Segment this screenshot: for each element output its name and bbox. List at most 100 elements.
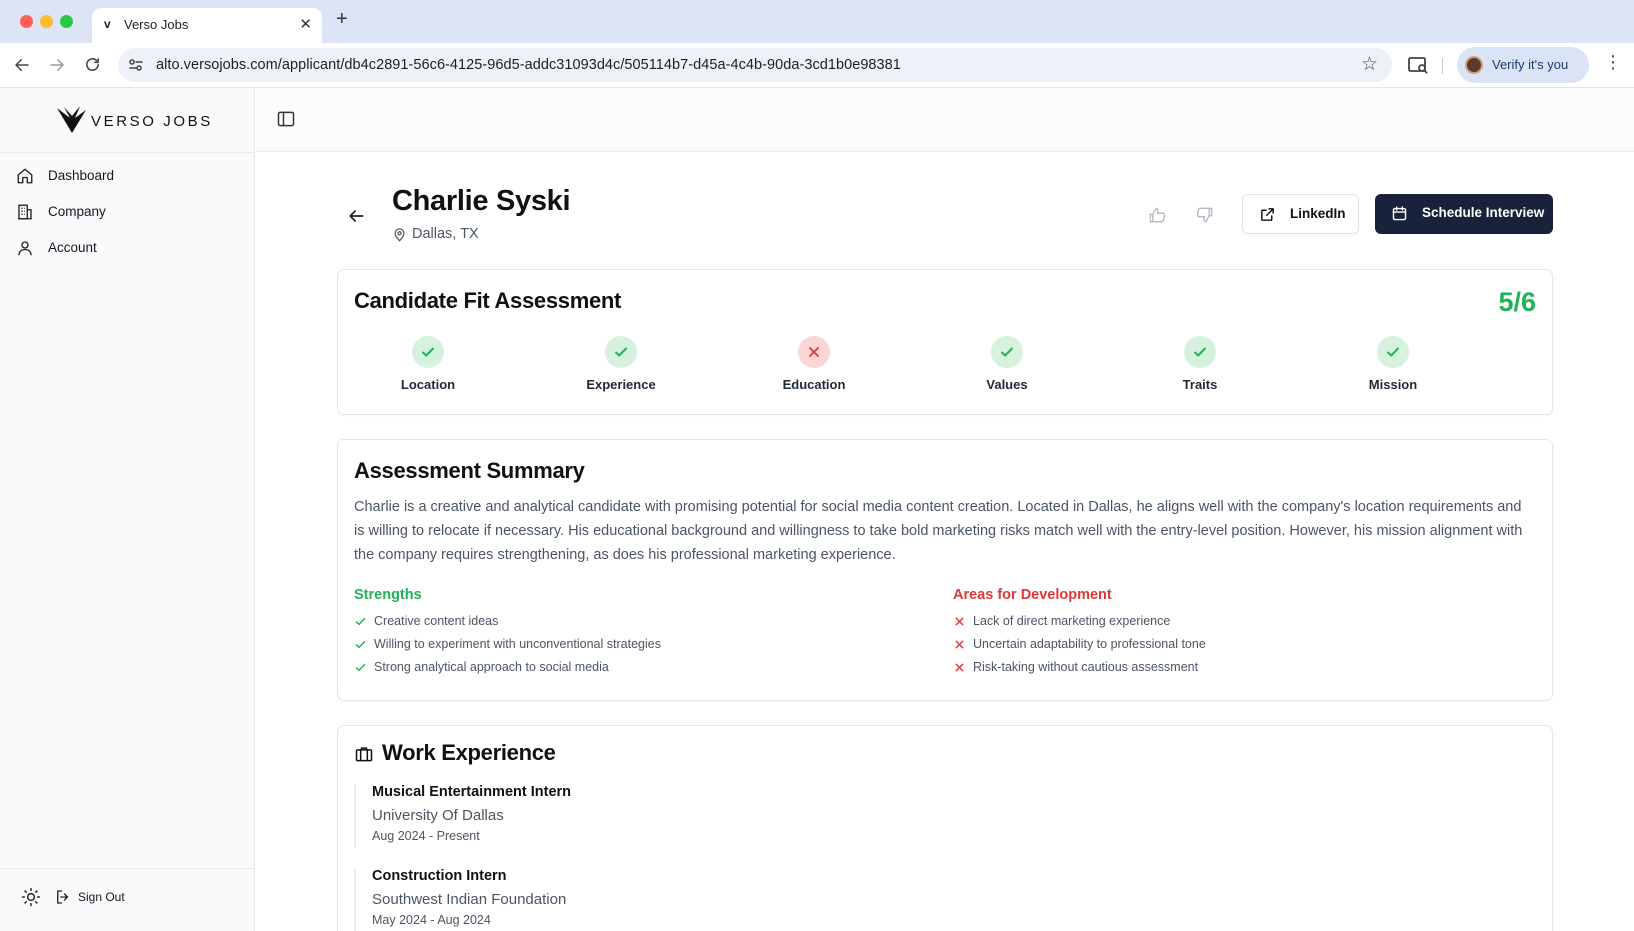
window-zoom-button[interactable] <box>60 15 73 28</box>
sun-icon[interactable] <box>21 887 41 907</box>
main-content: Charlie Syski Dallas, TX LinkedIn Schedu… <box>256 88 1634 931</box>
sign-out-icon <box>57 890 69 904</box>
user-icon <box>18 241 32 256</box>
job-dates: Aug 2024 - Present <box>372 829 480 843</box>
sidebar-divider <box>0 152 255 153</box>
criterion-label: Traits <box>1182 377 1218 392</box>
check-icon <box>355 663 366 672</box>
browser-toolbar: alto.versojobs.com/applicant/db4c2891-56… <box>0 43 1634 88</box>
browser-menu-icon[interactable]: ⋮ <box>1604 53 1622 71</box>
linkedin-label: LinkedIn <box>1290 206 1346 221</box>
sidebar-item-dashboard[interactable]: Dashboard <box>14 160 244 192</box>
check-icon <box>355 640 366 649</box>
assessment-summary-card: Assessment Summary Charlie is a creative… <box>337 439 1553 701</box>
fit-assessment-card: Candidate Fit Assessment 5/6 Location Exp… <box>337 269 1553 415</box>
job-dates: May 2024 - Aug 2024 <box>372 913 491 927</box>
sidebar-toggle-icon[interactable] <box>276 109 296 129</box>
map-pin-icon <box>394 228 405 242</box>
sign-out-label: Sign Out <box>78 890 125 904</box>
sidebar: VERSO JOBS Dashboard Company Account Sig… <box>0 88 255 931</box>
tab-search-icon[interactable] <box>1406 53 1430 77</box>
thumbs-down-icon[interactable] <box>1195 205 1215 225</box>
building-icon <box>18 204 32 220</box>
check-icon <box>605 336 637 368</box>
job-company: Southwest Indian Foundation <box>372 891 567 908</box>
x-icon <box>955 663 964 672</box>
thumbs-up-icon[interactable] <box>1147 205 1167 225</box>
tab-favicon-icon: v <box>104 17 111 31</box>
criterion-label: Experience <box>586 377 656 392</box>
address-bar[interactable]: alto.versojobs.com/applicant/db4c2891-56… <box>118 48 1392 82</box>
verso-logo-icon <box>57 106 86 133</box>
check-icon <box>1184 336 1216 368</box>
bullet-text: Risk-taking without cautious assessment <box>973 660 1199 674</box>
location-text: Dallas, TX <box>412 226 479 242</box>
x-icon <box>955 617 964 626</box>
assessment-summary-title: Assessment Summary <box>354 458 585 483</box>
sidebar-item-label: Company <box>48 204 106 219</box>
main-header <box>256 88 1634 152</box>
bullet-text: Creative content ideas <box>374 614 499 628</box>
briefcase-icon <box>355 747 373 762</box>
check-icon <box>412 336 444 368</box>
strengths-heading: Strengths <box>354 587 422 603</box>
bullet-text: Willing to experiment with unconventiona… <box>374 637 661 651</box>
browser-tab[interactable]: v Verso Jobs ✕ <box>92 8 322 43</box>
criterion-label: Mission <box>1368 377 1418 392</box>
back-arrow-icon[interactable] <box>10 53 34 77</box>
job-entry: Construction Intern Southwest Indian Foun… <box>354 868 954 931</box>
work-experience-title: Work Experience <box>382 740 556 765</box>
reload-icon[interactable] <box>80 53 104 77</box>
check-icon <box>991 336 1023 368</box>
sidebar-item-label: Account <box>48 240 97 255</box>
window-minimize-button[interactable] <box>40 15 53 28</box>
bookmark-star-icon[interactable]: ☆ <box>1361 53 1378 76</box>
x-icon <box>955 640 964 649</box>
bullet-text: Lack of direct marketing experience <box>973 614 1171 628</box>
sidebar-item-account[interactable]: Account <box>14 232 244 264</box>
development-heading: Areas for Development <box>953 587 1112 603</box>
external-link-icon <box>1261 208 1274 221</box>
criterion-label: Location <box>400 377 456 392</box>
new-tab-icon[interactable]: + <box>336 9 348 29</box>
back-arrow-icon[interactable] <box>346 206 366 226</box>
fit-criterion-location: Location <box>368 336 488 396</box>
summary-text: Charlie is a creative and analytical can… <box>354 499 1523 563</box>
home-icon <box>17 168 33 184</box>
profile-avatar <box>1465 56 1483 74</box>
check-icon <box>1377 336 1409 368</box>
criterion-label: Education <box>782 377 846 392</box>
fit-score: 5/6 <box>1498 287 1536 317</box>
job-company: University Of Dallas <box>372 807 504 824</box>
browser-chrome: v Verso Jobs ✕ + alto.versojobs.com/appl… <box>0 0 1634 88</box>
sidebar-item-label: Dashboard <box>48 168 115 183</box>
fit-criterion-experience: Experience <box>561 336 681 396</box>
forward-arrow-icon[interactable] <box>45 53 69 77</box>
fit-criterion-values: Values <box>947 336 1067 396</box>
criterion-label: Values <box>986 377 1028 392</box>
tab-close-icon[interactable]: ✕ <box>299 15 312 33</box>
job-title: Musical Entertainment Intern <box>372 784 572 800</box>
check-icon <box>355 617 366 626</box>
job-entry: Musical Entertainment Intern University O… <box>354 784 954 848</box>
logo-text: VERSO JOBS <box>91 113 213 130</box>
url-text: alto.versojobs.com/applicant/db4c2891-56… <box>156 57 901 73</box>
toolbar-divider <box>1442 58 1443 74</box>
job-title: Construction Intern <box>372 868 507 884</box>
sidebar-footer-divider <box>0 868 255 869</box>
tab-title: Verso Jobs <box>124 17 189 32</box>
fit-criterion-mission: Mission <box>1333 336 1453 396</box>
linkedin-button[interactable]: LinkedIn <box>1242 194 1359 234</box>
fit-assessment-title: Candidate Fit Assessment <box>354 288 622 313</box>
bullet-text: Uncertain adaptability to professional t… <box>973 637 1206 651</box>
window-close-button[interactable] <box>20 15 33 28</box>
schedule-interview-button[interactable]: Schedule Interview <box>1375 194 1553 234</box>
sidebar-item-company[interactable]: Company <box>14 196 244 228</box>
verify-label: Verify it's you <box>1492 57 1569 72</box>
tab-bar: v Verso Jobs ✕ + <box>0 0 1634 43</box>
verify-identity-button[interactable]: Verify it's you <box>1457 47 1589 83</box>
candidate-name: Charlie Syski <box>392 185 571 217</box>
site-settings-icon[interactable] <box>128 57 144 73</box>
bullet-text: Strong analytical approach to social med… <box>374 660 609 674</box>
calendar-icon <box>1392 206 1407 221</box>
